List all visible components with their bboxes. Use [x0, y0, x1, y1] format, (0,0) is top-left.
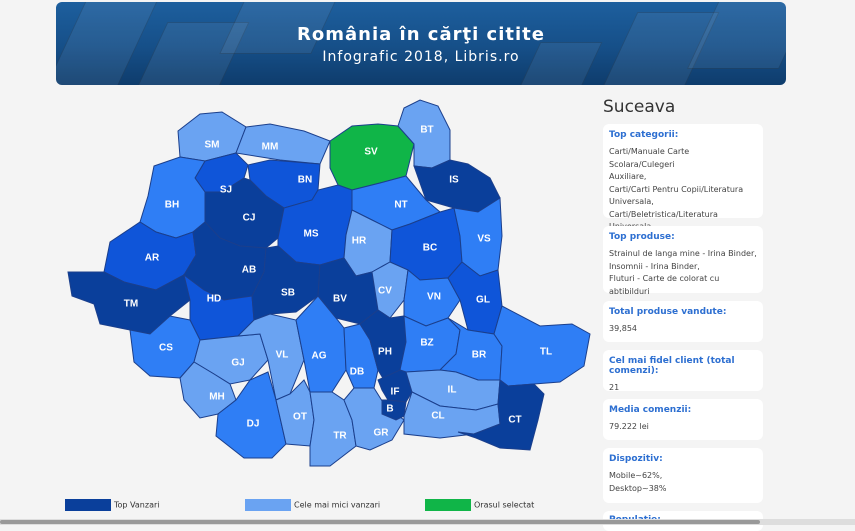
scrollbar-thumb[interactable]: [0, 520, 760, 524]
legend-label-selected: Orasul selectat: [474, 500, 535, 510]
header-banner: România în cărţi citite Infografic 2018,…: [56, 2, 786, 85]
horizontal-scrollbar[interactable]: [0, 519, 855, 525]
card-value: 39,854: [609, 323, 757, 336]
card-line: Universala,: [609, 197, 654, 206]
selected-county-name: Suceava: [603, 97, 676, 117]
romania-county-map: SM MM SVBTSJBN ISBHCJNTMSHRBCVSARABTM HDSBBV…: [67, 99, 591, 467]
card-title: Top produse:: [609, 232, 675, 242]
county-tl[interactable]: [493, 305, 591, 387]
card-value: 21: [609, 382, 757, 395]
page-title: România în cărţi citite: [297, 24, 545, 45]
card-value: Mobile~62%, Desktop~38%: [609, 470, 757, 495]
card-title: Media comenzii:: [609, 405, 692, 415]
card-line: Strainul de langa mine - Irina Binder,: [609, 249, 757, 258]
county-mm[interactable]: [235, 123, 331, 165]
legend-selected: Orasul selectat: [425, 499, 534, 511]
county-bh[interactable]: [139, 156, 206, 239]
card-line: Fluturi - Carte de colorat cu abtibildur…: [609, 274, 720, 296]
legend-label-top: Top Vanzari: [114, 500, 160, 510]
card-top-products: Top produse: Strainul de langa mine - Ir…: [603, 226, 763, 296]
legend-swatch-selected: [425, 499, 471, 511]
card-average-order: Media comenzii: 79.222 lei: [603, 399, 763, 440]
card-line: 39,854: [609, 324, 637, 333]
card-line: 21: [609, 383, 620, 392]
card-line: Insomnii - Irina Binder,: [609, 261, 700, 271]
card-value: 79.222 lei: [609, 421, 757, 434]
card-total-products: Total produse vandute: 39,854: [603, 301, 763, 342]
card-line: 79.222 lei: [609, 422, 649, 431]
legend-swatch-top: [65, 499, 111, 511]
card-title: Cel mai fidel client (total comenzi):: [609, 356, 735, 376]
card-device: Dispozitiv: Mobile~62%, Desktop~38%: [603, 448, 763, 503]
card-top-categories: Top categorii: Carti/Manuale Carte Scola…: [603, 124, 763, 231]
legend-swatch-low: [245, 499, 291, 511]
card-line: Carti/Manuale Carte Scolara/Culegeri: [609, 147, 690, 169]
legend-low-sales: Cele mai mici vanzari: [245, 499, 380, 511]
card-loyal-client: Cel mai fidel client (total comenzi): 21: [603, 350, 763, 392]
card-value: Strainul de langa mine - Irina Binder, I…: [609, 248, 757, 298]
card-title: Dispozitiv:: [609, 454, 663, 464]
page-subtitle: Infografic 2018, Libris.ro: [322, 49, 520, 65]
card-value: Carti/Manuale Carte Scolara/Culegeri Aux…: [609, 146, 757, 234]
card-title: Top categorii:: [609, 130, 679, 140]
card-title: Total produse vandute:: [609, 307, 727, 317]
card-line: Desktop~38%: [609, 483, 667, 493]
card-line: Auxiliare,: [609, 172, 647, 181]
card-line: Carti/Carti Pentru Copii/Literatura: [609, 184, 744, 194]
card-line: Mobile~62%,: [609, 471, 663, 480]
legend-top-sales: Top Vanzari: [65, 499, 159, 511]
legend-label-low: Cele mai mici vanzari: [294, 500, 381, 510]
